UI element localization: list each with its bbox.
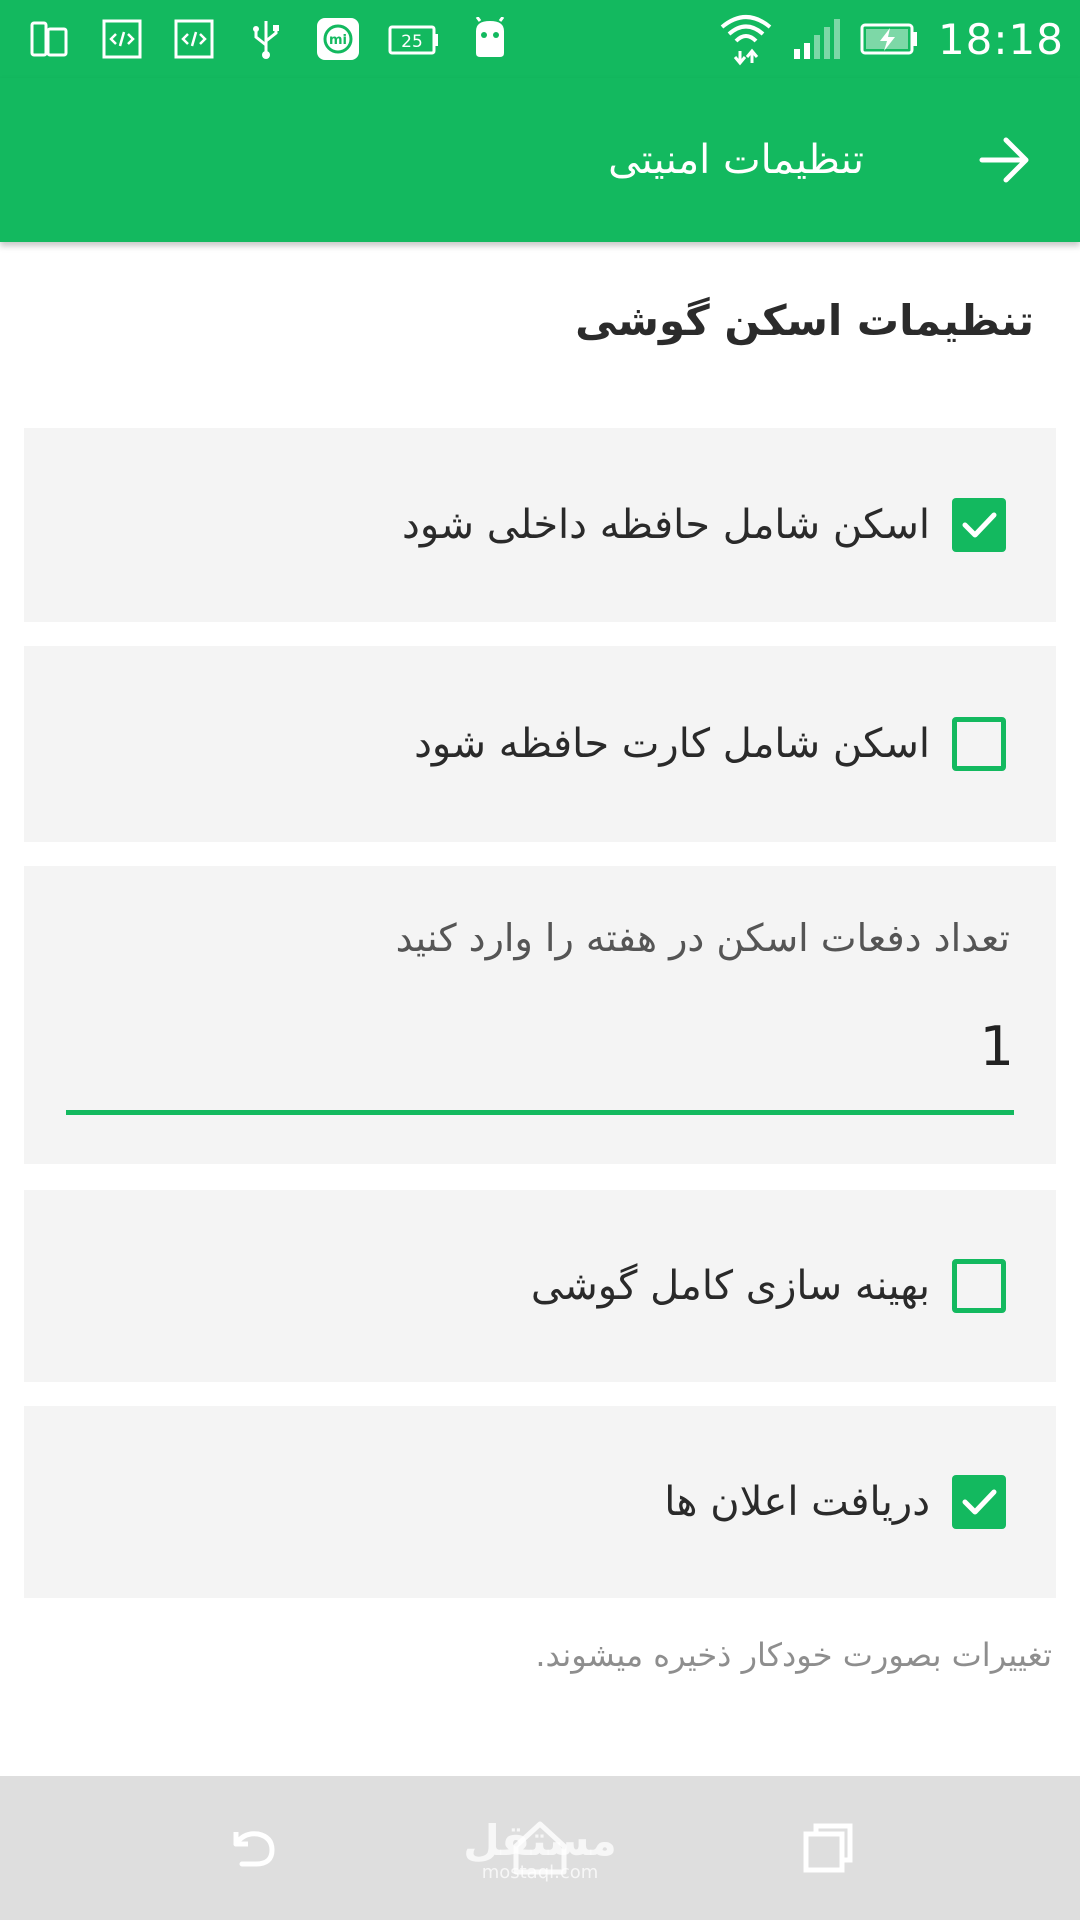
setting-card-internal-memory: اسکن شامل حافظه داخلی شود xyxy=(24,428,1056,622)
usb-icon xyxy=(242,15,290,63)
android-icon xyxy=(466,15,514,63)
app-bar: تنظیمات امنیتی xyxy=(0,78,1080,242)
full-optimization-option[interactable]: بهینه سازی کامل گوشی xyxy=(24,1190,1056,1382)
setting-card-scan-count: تعداد دفعات اسکن در هفته را وارد کنید xyxy=(24,866,1056,1164)
status-clock: 18:18 xyxy=(937,14,1064,64)
full-optimization-label: بهینه سازی کامل گوشی xyxy=(530,1263,930,1309)
scan-count-input[interactable] xyxy=(66,1006,1014,1086)
memory-card-label: اسکن شامل کارت حافظه شود xyxy=(414,721,930,767)
phone-sync-icon xyxy=(26,15,74,63)
svg-text:mi: mi xyxy=(329,33,347,48)
recents-icon xyxy=(803,1823,853,1873)
svg-text:25: 25 xyxy=(401,32,423,52)
developer-code-icon xyxy=(98,15,146,63)
back-icon xyxy=(233,1831,275,1867)
watermark-url: mostaql.com xyxy=(481,1862,599,1883)
notifications-checkbox[interactable] xyxy=(952,1475,1006,1529)
battery-charging-icon xyxy=(860,15,920,63)
notifications-option[interactable]: دریافت اعلان ها xyxy=(24,1406,1056,1598)
checkmark-icon xyxy=(962,512,997,538)
nav-back-button[interactable] xyxy=(216,1812,288,1884)
navigation-bar: مستقل mostaql.com xyxy=(0,1776,1080,1920)
system-icons: 18:18 xyxy=(718,0,1064,78)
wifi-icon xyxy=(718,11,774,67)
setting-card-full-optimization: بهینه سازی کامل گوشی xyxy=(24,1190,1056,1382)
signal-icon xyxy=(792,15,842,63)
status-bar: mi 25 18:18 xyxy=(0,0,1080,78)
setting-card-memory-card: اسکن شامل کارت حافظه شود xyxy=(24,646,1056,842)
setting-card-notifications: دریافت اعلان ها xyxy=(24,1406,1056,1598)
mi-icon: mi xyxy=(314,15,362,63)
notification-icons: mi 25 xyxy=(26,12,514,66)
memory-card-option[interactable]: اسکن شامل کارت حافظه شود xyxy=(24,646,1056,842)
autosave-note: تغییرات بصورت خودکار ذخیره میشوند. xyxy=(535,1636,1052,1674)
internal-memory-label: اسکن شامل حافظه داخلی شود xyxy=(402,502,930,548)
scan-count-label: تعداد دفعات اسکن در هفته را وارد کنید xyxy=(395,916,1010,960)
internal-memory-option[interactable]: اسکن شامل حافظه داخلی شود xyxy=(24,428,1056,622)
arrow-right-icon xyxy=(979,137,1029,183)
internal-memory-checkbox[interactable] xyxy=(952,498,1006,552)
input-underline xyxy=(66,1110,1014,1115)
page-title: تنظیمات امنیتی xyxy=(608,137,864,183)
full-optimization-checkbox[interactable] xyxy=(952,1259,1006,1313)
watermark-text: مستقل xyxy=(463,1816,617,1865)
section-title: تنظیمات اسکن گوشی xyxy=(575,296,1034,345)
notifications-label: دریافت اعلان ها xyxy=(664,1479,930,1525)
checkmark-icon xyxy=(962,1489,997,1515)
mostaql-watermark: مستقل mostaql.com xyxy=(463,1806,617,1896)
battery-25-icon: 25 xyxy=(386,15,442,63)
back-button[interactable] xyxy=(968,124,1040,196)
memory-card-checkbox[interactable] xyxy=(952,717,1006,771)
nav-recents-button[interactable] xyxy=(792,1812,864,1884)
developer-code-icon xyxy=(170,15,218,63)
